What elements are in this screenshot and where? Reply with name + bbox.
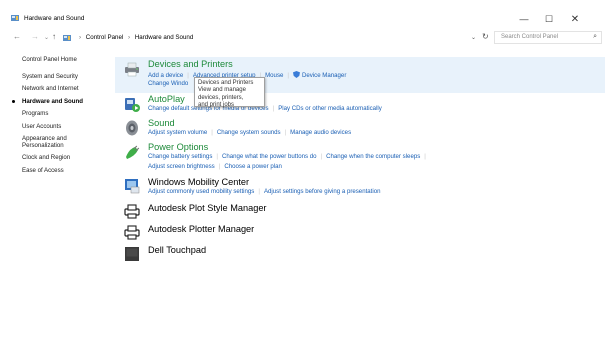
choose-power-plan-link[interactable]: Choose a power plan	[224, 163, 282, 170]
sidebar-item-programs[interactable]: Programs	[22, 110, 48, 117]
printer-icon	[125, 62, 139, 77]
mouse-link[interactable]: Mouse	[265, 72, 283, 79]
windows-mobility-center-title[interactable]: Windows Mobility Center	[148, 177, 249, 187]
autodesk-plot-style-manager-title[interactable]: Autodesk Plot Style Manager	[148, 203, 266, 213]
adjust-presentation-settings-link[interactable]: Adjust settings before giving a presenta…	[264, 188, 381, 195]
minimize-button[interactable]: —	[512, 11, 536, 27]
devices-and-printers-links-2: Change Windo	[148, 80, 188, 87]
devices-and-printers-tooltip: Devices and Printers View and manage dev…	[194, 77, 265, 109]
breadcrumb-control-panel[interactable]: Control Panel	[86, 34, 124, 41]
search-placeholder: Search Control Panel	[501, 34, 559, 40]
power-plug-icon	[126, 145, 140, 159]
active-item-bullet	[12, 100, 15, 103]
sidebar-item-clock-and-region[interactable]: Clock and Region	[22, 154, 70, 161]
play-cds-automatically-link[interactable]: Play CDs or other media automatically	[278, 105, 382, 112]
shield-icon	[292, 71, 300, 78]
plotter-icon	[124, 225, 140, 240]
power-options-title[interactable]: Power Options	[148, 142, 208, 152]
autoplay-icon	[125, 98, 140, 112]
forward-arrow-icon[interactable]: →	[31, 32, 39, 41]
change-sleep-link[interactable]: Change when the computer sleeps	[326, 153, 420, 160]
address-dropdown-chevron-icon[interactable]: ⌄	[471, 34, 476, 41]
autoplay-title[interactable]: AutoPlay	[148, 94, 185, 104]
sound-title[interactable]: Sound	[148, 118, 175, 128]
tooltip-description-line-2: and print jobs	[198, 102, 235, 109]
power-options-links-2: Adjust screen brightness | Choose a power …	[148, 163, 282, 170]
search-icon[interactable]: ⌕	[593, 33, 597, 41]
sidebar-item-network-and-internet[interactable]: Network and Internet	[22, 85, 79, 92]
breadcrumb-separator: ›	[128, 34, 131, 41]
breadcrumb-separator: ›	[79, 34, 82, 41]
address-bar-row: ← → ⌄ ↑ › Control Panel › Hardware and S…	[0, 30, 605, 45]
tooltip-description-line-1: View and manage devices, printers,	[198, 87, 246, 101]
mobility-center-links: Adjust commonly used mobility settings | A…	[148, 188, 381, 195]
back-arrow-icon[interactable]: ←	[13, 32, 21, 41]
mobility-center-icon	[125, 179, 140, 194]
device-manager-link[interactable]: Device Manager	[302, 72, 346, 79]
change-windows-cd-link[interactable]: Change Windo	[148, 80, 188, 87]
sidebar-item-user-accounts[interactable]: User Accounts	[22, 123, 61, 130]
refresh-icon[interactable]: ↻	[482, 32, 489, 41]
plotter-icon	[124, 204, 140, 219]
window-title: Hardware and Sound	[24, 15, 85, 22]
devices-and-printers-title[interactable]: Devices and Printers	[148, 59, 233, 69]
up-arrow-icon[interactable]: ↑	[52, 32, 56, 41]
sidebar-item-control-panel-home[interactable]: Control Panel Home	[22, 56, 77, 63]
maximize-button[interactable]: ☐	[537, 11, 561, 27]
search-input[interactable]: Search Control Panel ⌕	[494, 31, 602, 44]
sidebar-item-hardware-and-sound[interactable]: Hardware and Sound	[22, 98, 83, 105]
breadcrumb: › Control Panel › Hardware and Sound	[76, 34, 193, 41]
power-options-links: Change battery settings | Change what the …	[148, 153, 426, 160]
recent-locations-chevron-icon[interactable]: ⌄	[44, 34, 49, 41]
adjust-screen-brightness-link[interactable]: Adjust screen brightness	[148, 163, 215, 170]
add-a-device-link[interactable]: Add a device	[148, 72, 183, 79]
speaker-icon	[126, 120, 138, 136]
control-panel-icon	[11, 15, 19, 21]
touchpad-icon	[125, 247, 139, 261]
close-button[interactable]: ✕	[563, 11, 587, 27]
adjust-system-volume-link[interactable]: Adjust system volume	[148, 129, 207, 136]
change-system-sounds-link[interactable]: Change system sounds	[217, 129, 281, 136]
sidebar-item-ease-of-access[interactable]: Ease of Access	[22, 167, 64, 174]
change-battery-settings-link[interactable]: Change battery settings	[148, 153, 212, 160]
dell-touchpad-title[interactable]: Dell Touchpad	[148, 245, 206, 255]
tooltip-title: Devices and Printers	[198, 80, 254, 86]
sidebar-item-appearance-and-personalization[interactable]: Appearance and Personalization	[22, 135, 84, 149]
autodesk-plotter-manager-title[interactable]: Autodesk Plotter Manager	[148, 224, 254, 234]
sidebar-item-system-and-security[interactable]: System and Security	[22, 73, 78, 80]
title-bar: Hardware and Sound — ☐ ✕	[0, 0, 605, 29]
manage-audio-devices-link[interactable]: Manage audio devices	[290, 129, 351, 136]
adjust-mobility-settings-link[interactable]: Adjust commonly used mobility settings	[148, 188, 254, 195]
sound-links: Adjust system volume | Change system sound…	[148, 129, 352, 136]
breadcrumb-hardware-and-sound[interactable]: Hardware and Sound	[135, 34, 193, 41]
control-panel-icon	[63, 35, 71, 41]
change-power-buttons-link[interactable]: Change what the power buttons do	[222, 153, 317, 160]
